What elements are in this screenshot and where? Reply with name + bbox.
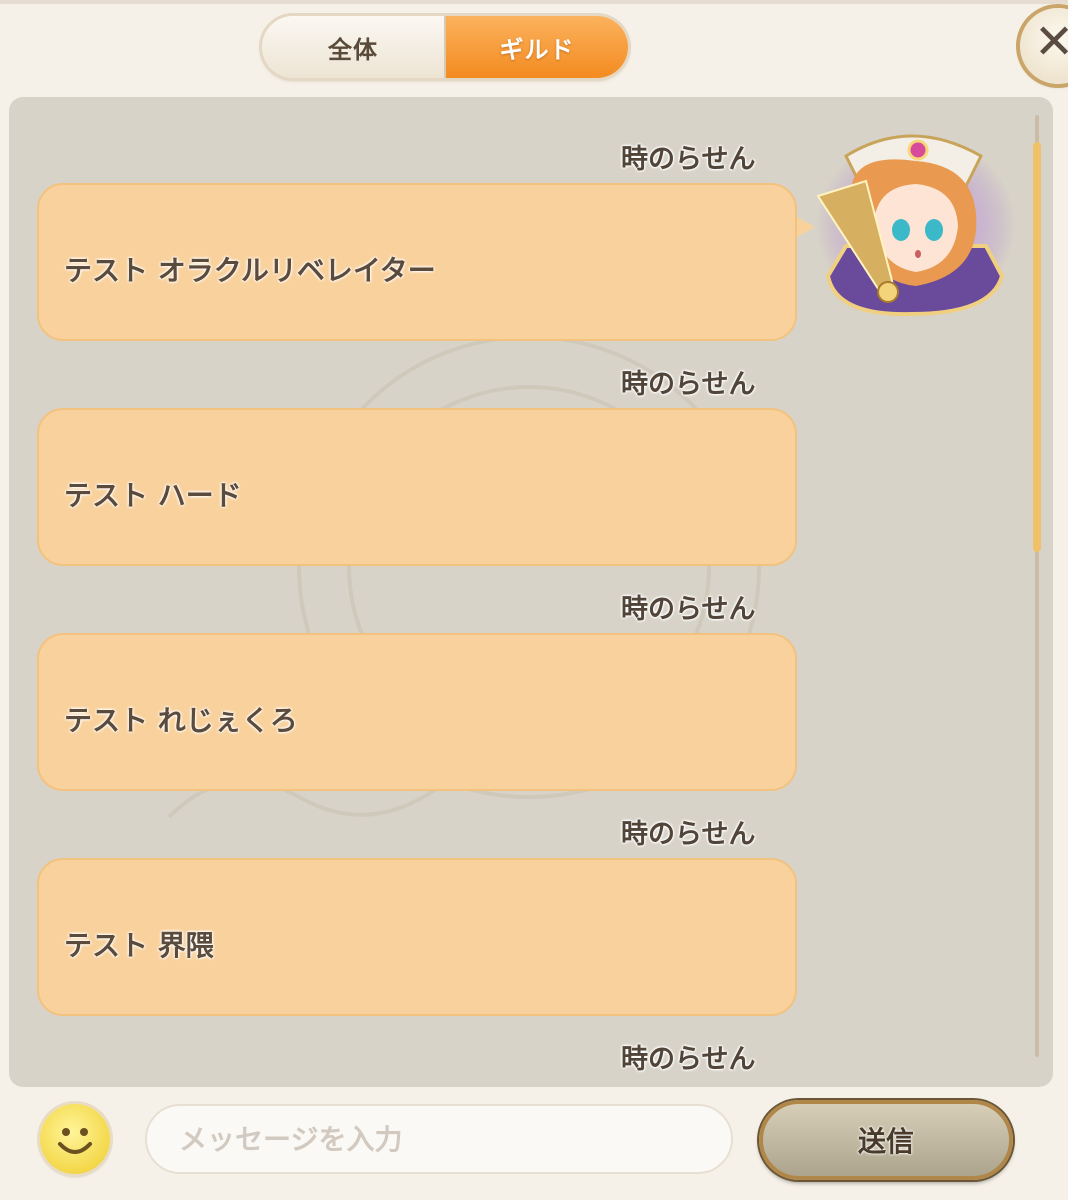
message-text: テスト オラクルリベレイター <box>64 254 436 287</box>
send-button-label: 送信 <box>857 1125 914 1158</box>
close-icon: ✕ <box>1034 14 1068 70</box>
message-sender: 時のらせん <box>621 819 756 850</box>
message-bubble[interactable]: テスト オラクルリベレイター <box>37 183 797 341</box>
message-sender: 時のらせん <box>621 594 756 625</box>
top-edge <box>0 0 1068 4</box>
message-bubble[interactable]: テスト 界隈 <box>37 858 797 1016</box>
message-sender: 時のらせん <box>621 1044 756 1075</box>
message-sender: 時のらせん <box>621 144 756 175</box>
message-bubble[interactable]: テスト れじぇくろ <box>37 633 797 791</box>
close-button[interactable]: ✕ <box>1020 8 1068 84</box>
send-button[interactable]: 送信 <box>759 1100 1013 1180</box>
message-bubble[interactable]: テスト ハード <box>37 408 797 566</box>
chat-panel[interactable]: 時のらせん テスト オラクルリベレイター 時のらせん テスト ハード 時のらせん… <box>9 97 1053 1087</box>
tab-all[interactable]: 全体 <box>262 16 446 78</box>
tab-guild[interactable]: ギルド <box>446 16 628 78</box>
emoji-button[interactable] <box>40 1104 110 1174</box>
character-avatar[interactable] <box>806 126 1016 322</box>
message-text: テスト れじぇくろ <box>64 704 298 737</box>
scrollbar-thumb[interactable] <box>1033 142 1041 552</box>
smiley-face-icon <box>58 1128 92 1154</box>
message-sender: 時のらせん <box>621 369 756 400</box>
message-input[interactable] <box>145 1104 733 1174</box>
chat-tabs: 全体 ギルド <box>262 16 628 78</box>
message-text: テスト ハード <box>64 479 242 512</box>
message-text: テスト 界隈 <box>64 929 214 962</box>
